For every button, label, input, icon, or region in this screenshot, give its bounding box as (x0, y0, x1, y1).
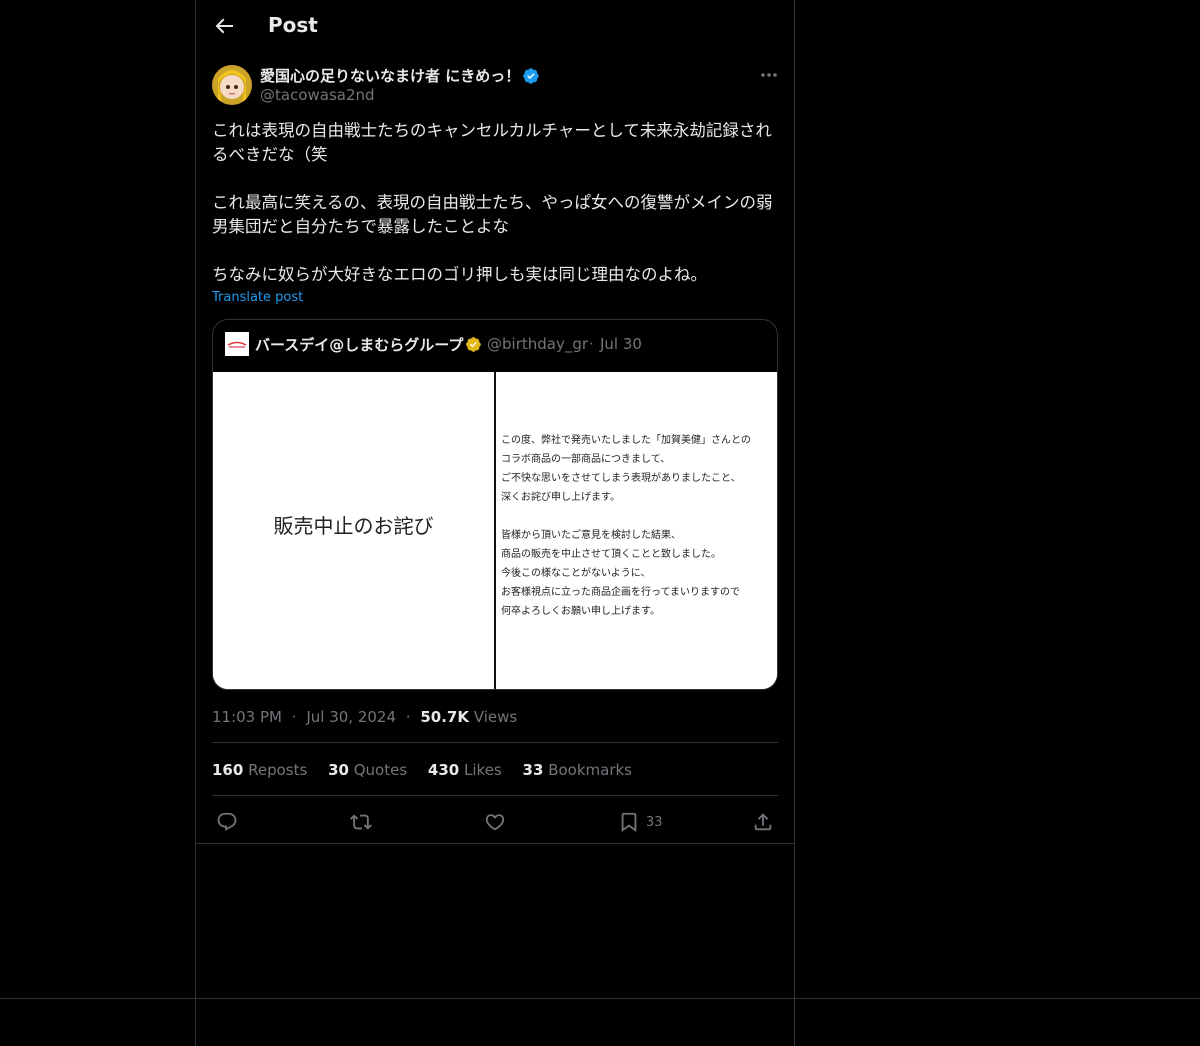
bookmark-count: 33 (646, 814, 663, 830)
author-handle[interactable]: @tacowasa2nd (260, 86, 375, 104)
quote-author-handle: @birthday_gr (487, 335, 589, 353)
page-header: Post (196, 0, 794, 54)
more-icon (761, 73, 777, 77)
repost-icon (350, 814, 372, 830)
page-title: Post (268, 13, 318, 37)
divider (212, 742, 778, 743)
reposts-stat[interactable]: 160 Reposts (212, 761, 307, 779)
quote-author-name: バースデイ@しまむらグループ (255, 336, 464, 354)
media-image-right[interactable]: この度、弊社で発売いたしました「加賀美健」さんとの コラボ商品の一部商品につきま… (496, 372, 777, 689)
views-count: 50.7K (420, 708, 469, 726)
apology-paragraph-1: この度、弊社で発売いたしました「加賀美健」さんとの コラボ商品の一部商品につきま… (501, 435, 751, 503)
primary-column: Post 愛国心の足りないなまけ者 にきめっ！ @tacowasa2nd これは… (195, 0, 795, 1046)
share-button[interactable] (752, 808, 774, 836)
meta-separator: · (405, 708, 411, 726)
media-image-left[interactable]: 販売中止のお詫び (213, 372, 494, 689)
reply-button[interactable] (216, 808, 238, 836)
action-bar: 33 (196, 808, 794, 836)
quote-separator: · (589, 335, 594, 353)
post-date[interactable]: Jul 30, 2024 (306, 708, 396, 726)
quote-avatar (225, 332, 249, 356)
divider (212, 795, 778, 796)
like-icon (485, 814, 505, 831)
share-icon (754, 813, 772, 831)
translate-post-link[interactable]: Translate post (212, 290, 303, 305)
back-arrow-icon (215, 18, 233, 34)
verified-icon (523, 68, 539, 84)
bookmark-icon (621, 812, 637, 833)
divider (196, 843, 794, 844)
gold-verified-icon (466, 337, 481, 352)
repost-button[interactable] (350, 808, 372, 836)
bookmark-button[interactable]: 33 (618, 808, 663, 836)
quote-media[interactable]: 販売中止のお詫び この度、弊社で発売いたしました「加賀美健」さんとの コラボ商品… (213, 372, 777, 689)
back-button[interactable] (212, 14, 236, 38)
quote-date: Jul 30 (600, 335, 642, 353)
post-time[interactable]: 11:03 PM (212, 708, 282, 726)
birthday-logo-icon (225, 332, 249, 356)
apology-paragraph-2: 皆様から頂いたご意見を検討した結果、 商品の販売を中止させて頂くことと致しました… (501, 530, 740, 617)
reply-icon (217, 812, 237, 831)
like-button[interactable] (484, 808, 506, 836)
engagement-stats: 160 Reposts 30 Quotes 430 Likes 33 Bookm… (212, 761, 648, 779)
bookmarks-stat[interactable]: 33 Bookmarks (523, 761, 632, 779)
author-name[interactable]: 愛国心の足りないなまけ者 にきめっ！ (260, 65, 520, 86)
more-options-button[interactable] (758, 65, 780, 85)
apology-heading: 販売中止のお詫び (273, 514, 434, 538)
bottom-divider (0, 998, 1200, 999)
post-text: これは表現の自由戦士たちのキャンセルカルチャーとして未来永劫記録されるべきだな（… (212, 121, 773, 284)
meta-separator: · (291, 708, 297, 726)
views-label: Views (473, 708, 518, 726)
quoted-post[interactable]: バースデイ@しまむらグループ @birthday_gr · Jul 30 販売中… (212, 319, 778, 690)
quotes-stat[interactable]: 30 Quotes (328, 761, 407, 779)
avatar[interactable] (212, 65, 252, 105)
likes-stat[interactable]: 430 Likes (428, 761, 502, 779)
post-meta: 11:03 PM · Jul 30, 2024 · 50.7K Views (212, 708, 517, 726)
avatar-image (212, 65, 252, 105)
